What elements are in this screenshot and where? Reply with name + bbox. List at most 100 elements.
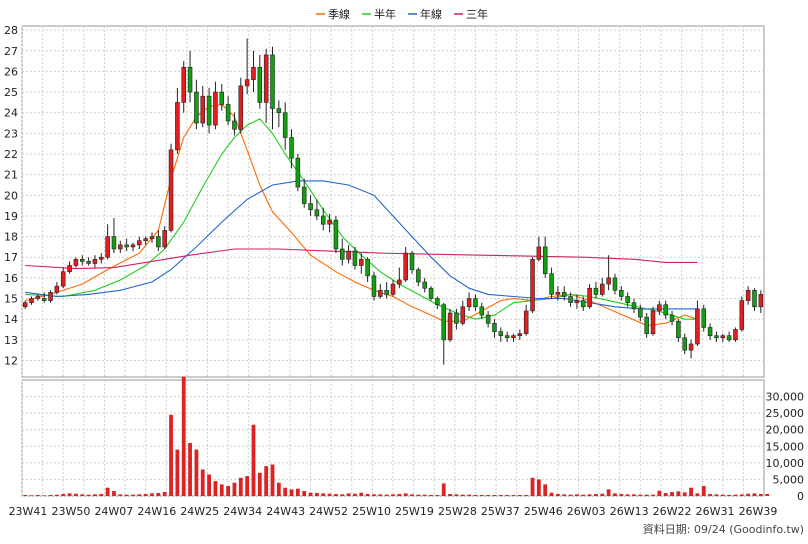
- volume-bar: [327, 493, 332, 496]
- candle-body: [232, 120, 237, 130]
- candle-body: [73, 259, 79, 266]
- candle-body: [92, 259, 98, 264]
- candle-body: [650, 310, 656, 334]
- candle-body: [492, 323, 497, 332]
- y-tick-label: 28: [4, 24, 18, 37]
- chart-container: 季線 半年 年線 三年 12 13 14 15 16 17 18 19 20 21 22 23 24 25 26 2…: [0, 0, 808, 540]
- volume-bar: [416, 494, 421, 496]
- volume-bar: [492, 495, 497, 496]
- volume-bar: [150, 493, 154, 496]
- volume-tick-label: 10,000: [766, 457, 805, 470]
- candle-body: [99, 256, 104, 260]
- candle-body: [739, 300, 745, 330]
- volume-bar: [270, 464, 275, 496]
- volume-bar: [549, 492, 554, 496]
- volume-bar: [695, 493, 700, 496]
- volume-bar: [663, 493, 668, 496]
- candle-body: [35, 296, 41, 299]
- y-tick-label: 26: [4, 65, 18, 78]
- candle-body: [720, 335, 726, 339]
- y-tick-label: 12: [4, 354, 18, 367]
- volume-bar: [54, 494, 59, 496]
- legend-item: 季線: [316, 7, 350, 21]
- volume-bar: [689, 487, 693, 496]
- volume-bar: [321, 493, 326, 496]
- volume-bar: [632, 494, 636, 496]
- volume-bar: [397, 494, 402, 496]
- candle-body: [485, 314, 491, 324]
- candle-body: [162, 230, 167, 248]
- legend: 季線 半年 年線 三年: [316, 7, 488, 21]
- volume-bar: [264, 466, 269, 496]
- volume-bar: [137, 494, 142, 496]
- volume-bar: [613, 493, 617, 496]
- candle-body: [282, 112, 288, 138]
- volume-bar: [758, 494, 763, 496]
- volume-bar: [99, 494, 104, 496]
- candle-body: [714, 335, 719, 339]
- candle-body: [511, 335, 516, 339]
- candle-body: [403, 252, 408, 281]
- volume-bar: [403, 493, 408, 496]
- volume-bar: [143, 494, 148, 496]
- candle-body: [60, 271, 66, 287]
- y-tick-label: 21: [4, 169, 18, 182]
- volume-bar: [156, 493, 161, 496]
- volume-bar: [86, 494, 91, 496]
- candle-body: [619, 289, 624, 297]
- candle-body: [137, 240, 142, 246]
- candle-body: [79, 259, 85, 262]
- volume-bar: [42, 495, 47, 496]
- volume-bar: [511, 495, 516, 496]
- volume-bar: [739, 494, 744, 496]
- volume-bar: [251, 424, 256, 496]
- volume-bar: [600, 493, 605, 496]
- x-tick-label: 26W03: [567, 505, 606, 518]
- volume-bar: [257, 472, 262, 496]
- candle-body: [359, 259, 364, 266]
- candle-body: [587, 287, 592, 308]
- candle-body: [22, 302, 28, 308]
- x-tick-label: 26W39: [739, 505, 778, 518]
- candle: [733, 327, 738, 342]
- volume-bar: [479, 495, 484, 496]
- candle-body: [276, 108, 282, 114]
- candle-body: [701, 308, 707, 328]
- y-tick-label: 18: [4, 231, 18, 244]
- volume-bar: [530, 477, 535, 496]
- x-tick-label: 24W16: [137, 505, 176, 518]
- volume-bar: [219, 484, 224, 496]
- volume-bar: [384, 494, 389, 496]
- candle: [650, 306, 656, 336]
- y-tick-label: 27: [4, 45, 18, 58]
- volume-bar: [638, 494, 643, 496]
- volume-bar: [372, 494, 376, 496]
- candle-body: [454, 312, 459, 324]
- volume-bar: [714, 494, 719, 496]
- candle-body: [124, 244, 129, 248]
- candle-body: [504, 335, 510, 339]
- candle-body: [295, 157, 301, 188]
- volume-bar: [429, 495, 433, 496]
- volume-bar: [245, 476, 250, 496]
- candle-body: [695, 308, 700, 345]
- candle-body: [435, 298, 440, 306]
- stock-chart: 季線 半年 年線 三年 12 13 14 15 16 17 18 19 20 21 22 23 24 25 26 2…: [4, 7, 805, 536]
- volume-bar: [543, 484, 548, 496]
- candle-body: [536, 246, 542, 260]
- candle-body: [428, 287, 434, 299]
- volume-bar: [765, 494, 770, 496]
- candle: [48, 290, 53, 303]
- candle-body: [752, 289, 757, 308]
- candle-body: [270, 54, 275, 109]
- volume-bar: [238, 477, 243, 496]
- candle-body: [745, 289, 751, 301]
- volume-bar: [181, 376, 186, 496]
- volume-bar: [289, 489, 294, 496]
- x-tick-label: 25W46: [524, 505, 563, 518]
- candle-body: [378, 289, 383, 297]
- volume-bar: [175, 449, 180, 496]
- candle-body: [86, 261, 91, 264]
- volume-bar: [555, 494, 560, 496]
- volume-bar: [498, 495, 503, 496]
